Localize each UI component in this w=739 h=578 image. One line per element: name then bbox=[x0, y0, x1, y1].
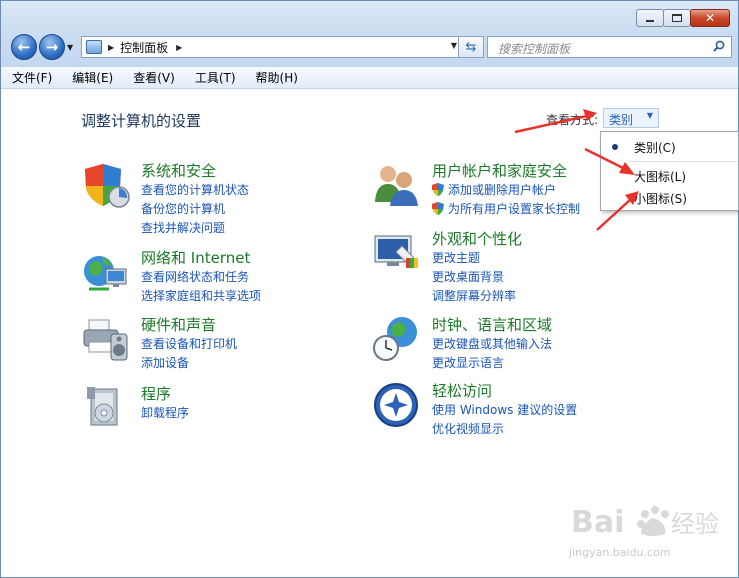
caption-buttons: ✕ bbox=[636, 9, 730, 27]
link-parental-controls[interactable]: 为所有用户设置家长控制 bbox=[432, 200, 580, 217]
category-title[interactable]: 轻松访问 bbox=[432, 380, 492, 401]
uac-shield-icon bbox=[432, 202, 444, 215]
menu-item-category[interactable]: 类别(C) bbox=[602, 135, 739, 157]
menu-item-small-icons[interactable]: 小图标(S) bbox=[602, 186, 739, 208]
ease-of-access-icon[interactable] bbox=[372, 380, 422, 430]
svg-text:Bai: Bai bbox=[571, 505, 624, 540]
menu-item-large-icons[interactable]: 大图标(L) bbox=[602, 164, 739, 186]
menu-item-label: 大图标(L) bbox=[634, 170, 687, 184]
address-bar[interactable]: ▶ 控制面板 ▶ ▼ bbox=[81, 36, 464, 58]
link-devices-printers[interactable]: 查看设备和打印机 bbox=[141, 335, 237, 352]
uac-shield-icon bbox=[432, 183, 444, 196]
menu-bar: 文件(F) 编辑(E) 查看(V) 工具(T) 帮助(H) bbox=[1, 67, 738, 89]
link-desktop-background[interactable]: 更改桌面背景 bbox=[432, 268, 504, 285]
users-icon[interactable] bbox=[372, 160, 422, 210]
minimize-button[interactable] bbox=[636, 9, 664, 27]
menu-edit[interactable]: 编辑(E) bbox=[69, 67, 116, 88]
back-button[interactable]: ← bbox=[11, 34, 37, 60]
category-title[interactable]: 用户帐户和家庭安全 bbox=[432, 160, 567, 181]
svg-text:经验: 经验 bbox=[671, 510, 719, 538]
category-network-internet: 网络和 Internet 查看网络状态和任务 选择家庭组和共享选项 bbox=[81, 247, 341, 307]
link-text[interactable]: 为所有用户设置家长控制 bbox=[448, 202, 580, 216]
view-by-label: 查看方式: bbox=[546, 113, 599, 127]
clock-globe-icon[interactable] bbox=[372, 314, 422, 364]
system-security-shield-icon[interactable] bbox=[81, 160, 131, 210]
category-clock-language-region: 时钟、语言和区域 更改键盘或其他输入法 更改显示语言 bbox=[372, 314, 632, 374]
maximize-icon bbox=[672, 14, 682, 22]
link-optimize-video-display[interactable]: 优化视频显示 bbox=[432, 420, 504, 437]
link-view-computer-status[interactable]: 查看您的计算机状态 bbox=[141, 181, 249, 198]
category-title[interactable]: 外观和个性化 bbox=[432, 228, 522, 249]
control-panel-icon bbox=[86, 40, 102, 54]
category-appearance: 外观和个性化 更改主题 更改桌面背景 调整屏幕分辨率 bbox=[372, 228, 632, 308]
category-user-accounts: 用户帐户和家庭安全 添加或删除用户帐户 为所有用户设置家长控制 bbox=[372, 160, 632, 220]
link-add-device[interactable]: 添加设备 bbox=[141, 354, 189, 371]
recent-pages-chevron-icon[interactable]: ▼ bbox=[67, 43, 73, 52]
category-ease-of-access: 轻松访问 使用 Windows 建议的设置 优化视频显示 bbox=[372, 380, 632, 440]
refresh-button[interactable]: ⇆ bbox=[458, 36, 484, 58]
radio-selected-icon bbox=[612, 144, 618, 150]
search-icon[interactable] bbox=[713, 40, 725, 52]
category-title[interactable]: 网络和 Internet bbox=[141, 247, 250, 268]
navigation-bar: ← → ▼ ▶ 控制面板 ▶ ▼ ⇆ 搜索控制面板 bbox=[9, 34, 732, 60]
breadcrumb-arrow-icon[interactable]: ▶ bbox=[108, 43, 114, 52]
link-troubleshoot[interactable]: 查找并解决问题 bbox=[141, 219, 225, 236]
link-change-display-language[interactable]: 更改显示语言 bbox=[432, 354, 504, 371]
menu-tools[interactable]: 工具(T) bbox=[192, 67, 239, 88]
breadcrumb-control-panel[interactable]: 控制面板 bbox=[120, 39, 168, 56]
category-title[interactable]: 时钟、语言和区域 bbox=[432, 314, 552, 335]
link-backup-computer[interactable]: 备份您的计算机 bbox=[141, 200, 225, 217]
menu-help[interactable]: 帮助(H) bbox=[253, 67, 301, 88]
watermark-url: jingyan.baidu.com bbox=[569, 546, 671, 559]
search-input[interactable]: 搜索控制面板 bbox=[487, 36, 732, 58]
chevron-down-icon: ▼ bbox=[646, 111, 653, 120]
address-dropdown-icon[interactable]: ▼ bbox=[451, 41, 457, 50]
link-homegroup-sharing[interactable]: 选择家庭组和共享选项 bbox=[141, 287, 261, 304]
window-chrome: ✕ ← → ▼ ▶ 控制面板 ▶ ▼ ⇆ 搜索控制面板 文件(F) 编辑(E) … bbox=[1, 1, 738, 89]
link-change-keyboard-input[interactable]: 更改键盘或其他输入法 bbox=[432, 335, 552, 352]
link-add-remove-users[interactable]: 添加或删除用户帐户 bbox=[432, 181, 556, 198]
link-change-theme[interactable]: 更改主题 bbox=[432, 249, 480, 266]
category-title[interactable]: 系统和安全 bbox=[141, 160, 216, 181]
category-hardware-sound: 硬件和声音 查看设备和打印机 添加设备 bbox=[81, 314, 341, 374]
link-uninstall-program[interactable]: 卸载程序 bbox=[141, 404, 189, 421]
view-by-value: 类别 bbox=[609, 113, 634, 127]
link-text[interactable]: 添加或删除用户帐户 bbox=[448, 183, 556, 197]
page-title: 调整计算机的设置 bbox=[81, 112, 202, 130]
menu-file[interactable]: 文件(F) bbox=[9, 67, 55, 88]
network-globe-icon[interactable] bbox=[81, 247, 131, 297]
forward-button[interactable]: → bbox=[39, 34, 65, 60]
printer-speaker-icon[interactable] bbox=[81, 314, 131, 364]
view-by-menu: 类别(C) 大图标(L) 小图标(S) bbox=[600, 131, 739, 211]
menu-view[interactable]: 查看(V) bbox=[130, 67, 178, 88]
search-placeholder: 搜索控制面板 bbox=[498, 42, 571, 56]
menu-item-label: 类别(C) bbox=[634, 141, 676, 155]
view-by-dropdown[interactable]: 类别 ▼ bbox=[603, 108, 659, 128]
category-title[interactable]: 硬件和声音 bbox=[141, 314, 216, 335]
close-button[interactable]: ✕ bbox=[690, 9, 730, 27]
link-network-status[interactable]: 查看网络状态和任务 bbox=[141, 268, 249, 285]
link-windows-recommended-settings[interactable]: 使用 Windows 建议的设置 bbox=[432, 401, 577, 418]
maximize-button[interactable] bbox=[663, 9, 691, 27]
menu-item-label: 小图标(S) bbox=[634, 192, 687, 206]
menu-separator bbox=[629, 161, 737, 162]
programs-box-icon[interactable] bbox=[81, 383, 131, 433]
link-screen-resolution[interactable]: 调整屏幕分辨率 bbox=[432, 287, 516, 304]
category-system-security: 系统和安全 查看您的计算机状态 备份您的计算机 查找并解决问题 bbox=[81, 160, 341, 240]
minimize-icon bbox=[646, 20, 654, 22]
appearance-monitor-icon[interactable] bbox=[372, 228, 422, 278]
control-panel-window: ✕ ← → ▼ ▶ 控制面板 ▶ ▼ ⇆ 搜索控制面板 文件(F) 编辑(E) … bbox=[0, 0, 739, 578]
category-programs: 程序 卸载程序 bbox=[81, 383, 341, 433]
category-title[interactable]: 程序 bbox=[141, 383, 171, 404]
breadcrumb-arrow-icon[interactable]: ▶ bbox=[176, 43, 182, 52]
